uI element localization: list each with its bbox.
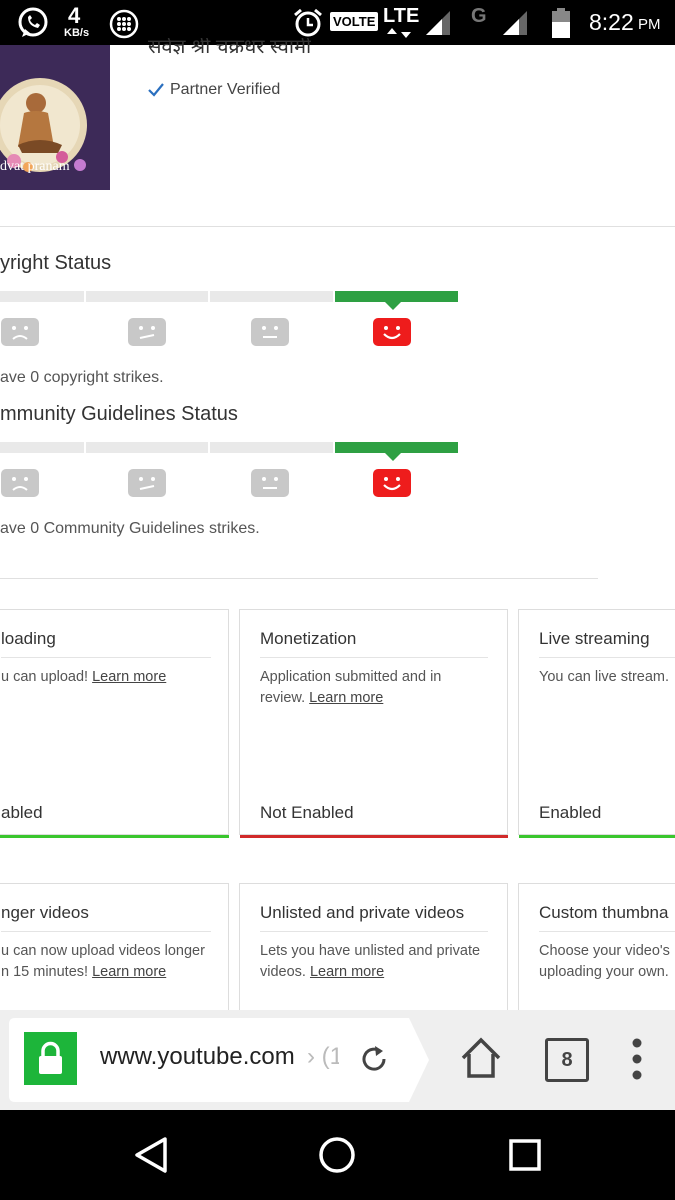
speed-unit: KB/s <box>64 27 90 39</box>
card-description-line1: Lets you have unlisted and private <box>260 943 481 959</box>
card-separator <box>539 657 675 658</box>
card-description-text: You can live stream. <box>539 669 670 685</box>
sad-face-icon <box>1 318 39 346</box>
apps-grid-icon <box>109 9 139 39</box>
unhappy-face-icon <box>128 469 166 497</box>
copyright-status-title: yright Status <box>0 252 112 274</box>
card-description: Choose your video's uploading your own. <box>539 941 670 983</box>
learn-more-link[interactable]: Learn more <box>92 669 166 685</box>
card-separator <box>260 931 488 932</box>
lock-icon <box>24 1032 77 1085</box>
card-title: loading <box>1 629 56 648</box>
alarm-icon <box>294 8 322 37</box>
feature-card-longer-videos[interactable]: nger videos u can now upload videos long… <box>0 883 229 1023</box>
card-description-line1: u can now upload videos longer <box>1 943 205 959</box>
neutral-face-icon <box>251 469 289 497</box>
card-status: Not Enabled <box>260 803 354 822</box>
feature-card-uploading[interactable]: loading u can upload! Learn more abled <box>0 609 229 835</box>
card-separator <box>1 931 211 932</box>
card-description: Application submitted and in review. Lea… <box>260 667 485 709</box>
feature-card-live-streaming[interactable]: Live streaming You can live stream. Enab… <box>518 609 675 835</box>
card-description: u can now upload videos longer n 15 minu… <box>1 941 226 983</box>
card-description: Lets you have unlisted and private video… <box>260 941 500 983</box>
channel-name[interactable]: सर्वज्ञ श्री चक्रधर स्वामी <box>148 38 311 64</box>
network-g-label: G <box>471 5 487 27</box>
guidelines-strikes-text: ave 0 Community Guidelines strikes. <box>0 520 260 537</box>
volte-badge: VOLTE <box>330 12 379 31</box>
channel-thumbnail[interactable]: dvat pranam <box>0 45 110 190</box>
sad-face-icon <box>1 469 39 497</box>
active-pointer-icon <box>384 452 402 461</box>
unhappy-face-icon <box>128 318 166 346</box>
status-bar-enabled <box>519 835 675 838</box>
navigation-bar <box>0 1110 675 1200</box>
status-bar: 4 KB/s VOLTE LTE G 8:22 PM <box>0 0 675 45</box>
channel-name-text: सर्वज्ञ श्री चक्रधर स्वामी <box>148 38 312 58</box>
card-title: Custom thumbna <box>539 903 669 922</box>
whatsapp-icon <box>18 7 48 37</box>
card-description: You can live stream. <box>539 667 669 688</box>
card-description-line1: Choose your video's <box>539 943 670 959</box>
guidelines-status-title: mmunity Guidelines Status <box>0 403 238 425</box>
learn-more-link[interactable]: Learn more <box>310 964 384 980</box>
strike-segment-2 <box>86 291 208 302</box>
feature-card-unlisted-private[interactable]: Unlisted and private videos Lets you hav… <box>239 883 508 1023</box>
strike-segment-1 <box>210 442 333 453</box>
recents-icon[interactable] <box>508 1138 542 1172</box>
header-divider <box>0 226 675 227</box>
card-description-text: u can upload! <box>1 669 93 685</box>
card-description-line2: n 15 minutes! <box>1 964 93 980</box>
active-pointer-icon <box>384 301 402 310</box>
thumbnail-caption: dvat pranam <box>0 159 70 174</box>
card-title: Live streaming <box>539 629 650 648</box>
status-bar-not-enabled <box>240 835 508 838</box>
home-nav-icon[interactable] <box>318 1136 356 1174</box>
card-status: abled <box>1 803 43 822</box>
status-divider <box>0 578 598 579</box>
neutral-face-icon <box>251 318 289 346</box>
guidelines-strike-meter <box>0 442 460 502</box>
data-arrows-icon <box>387 28 411 38</box>
clock-ampm: PM <box>638 16 661 33</box>
clock-time: 8:22 <box>589 9 634 35</box>
home-icon[interactable] <box>459 1036 503 1080</box>
card-title: nger videos <box>1 903 89 922</box>
card-separator <box>539 931 675 932</box>
card-separator <box>260 657 488 658</box>
card-title: Monetization <box>260 629 357 648</box>
tab-switcher-button[interactable]: 8 <box>545 1038 589 1082</box>
speed-value: 4 <box>68 3 81 28</box>
learn-more-link[interactable]: Learn more <box>309 690 383 706</box>
reload-icon[interactable] <box>359 1042 391 1076</box>
happy-face-icon <box>373 318 411 346</box>
url-suffix: › (1 <box>307 1043 339 1070</box>
feature-card-monetization[interactable]: Monetization Application submitted and i… <box>239 609 508 835</box>
card-separator <box>1 657 211 658</box>
strike-segment-3 <box>0 291 84 302</box>
card-description: u can upload! Learn more <box>1 667 216 688</box>
status-bar-enabled <box>0 835 229 838</box>
back-icon[interactable] <box>133 1136 169 1174</box>
checkmark-icon <box>148 83 164 97</box>
signal-strength-2-icon <box>503 11 527 35</box>
lte-label: LTE <box>383 5 420 27</box>
card-description-line2: videos. <box>260 964 310 980</box>
card-title: Unlisted and private videos <box>260 903 465 922</box>
strike-segment-1 <box>210 291 333 302</box>
card-status: Enabled <box>539 803 602 822</box>
url-text: www.youtube.com <box>100 1043 295 1070</box>
happy-face-icon <box>373 469 411 497</box>
more-menu-icon[interactable] <box>626 1038 648 1080</box>
copyright-strike-meter <box>0 291 460 351</box>
battery-icon <box>552 8 570 38</box>
strike-segment-2 <box>86 442 208 453</box>
feature-card-custom-thumbnails[interactable]: Custom thumbna Choose your video's uploa… <box>518 883 675 1023</box>
address-bar[interactable]: www.youtube.com › (1 <box>9 1018 429 1102</box>
card-description-line2: uploading your own. <box>539 964 669 980</box>
copyright-strikes-text: ave 0 copyright strikes. <box>0 369 164 386</box>
verified-label: Partner Verified <box>170 81 281 98</box>
signal-strength-icon <box>426 11 450 35</box>
learn-more-link[interactable]: Learn more <box>92 964 166 980</box>
strike-segment-3 <box>0 442 84 453</box>
